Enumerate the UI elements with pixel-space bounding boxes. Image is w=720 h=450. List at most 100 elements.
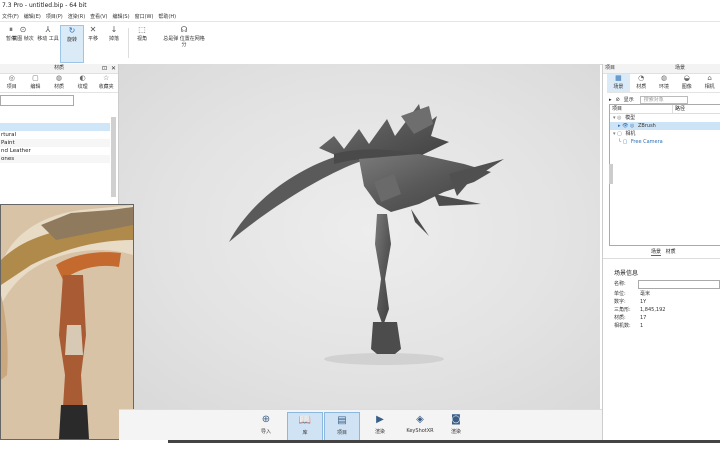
translate-button[interactable]: ✕ 平移 [82,25,104,61]
scrollbar[interactable] [609,164,613,184]
menu-view[interactable]: 查看(V) [90,13,107,20]
tab-camera-label: 相机 [704,84,715,90]
tab-materials-label: 材质 [53,84,64,90]
info-label: 单位: [614,291,626,297]
render-viewport[interactable] [119,64,600,410]
menu-window[interactable]: 窗口(W) [135,13,154,20]
list-item[interactable]: Paint [0,139,110,147]
tree-row-zbrush[interactable]: ▸ 👁 ◎ ZBrush [610,122,720,130]
info-label: 材质: [614,315,626,321]
rotate-icon: ↻ [68,26,76,35]
tab-edit[interactable]: ▢ 编辑 [24,74,48,92]
menu-edit[interactable]: 编辑(E) [24,13,41,20]
menu-help[interactable]: 帮助(H) [158,13,176,20]
tab-favorites-label: 收藏夹 [98,84,114,90]
info-value: 1Y [640,299,647,305]
drop-button[interactable]: ↓ 掉落 [103,25,125,61]
render-queue-icon: ◙ [451,414,461,425]
list-item[interactable]: nd Leather [0,147,110,155]
tree-prefix: ▾ ▢ [613,131,622,137]
material-icon: ◔ [638,74,645,82]
info-value: 17 [640,315,647,321]
scene-search-input[interactable]: 搜索对象 [639,95,688,104]
grid-snap-button[interactable]: ☊ 总是弹 位置在网格分 [162,25,206,61]
tab-scene[interactable]: ▦ 场景 [607,74,630,92]
rotate-button[interactable]: ↻ 旋转 [60,25,84,63]
frame-button[interactable]: ⬚ 视角 [131,25,153,61]
scene-toolbar: ▸ ⊘ 显示 搜索对象 [609,95,719,104]
tab-scene-bottom[interactable]: 场景 [651,249,662,256]
tab-project[interactable]: ◎ 项目 [0,74,24,92]
scene-info-title: 场景信息 [614,270,639,277]
filter-icon[interactable]: ⊘ [616,97,620,103]
menu-project[interactable]: 项目(P) [46,13,63,20]
tree-label: 模型 [625,115,636,121]
render-button[interactable]: ▶ 渲染 [363,412,397,439]
drop-label: 掉落 [108,36,119,42]
panel-header: 材质 ⊡ ✕ [0,64,118,74]
move-tool-icon: ⅄ [45,25,51,34]
project-button[interactable]: ▤ 项目 [324,412,360,441]
bottom-ribbon: ⊕ 导入 📖 库 ▤ 项目 ▶ 渲染 ◈ KeyShotXR ◙ 渲染 [119,409,602,441]
splitter-handle[interactable] [603,164,606,184]
screenshot-button[interactable]: ⊙ 截图 帧次 [12,25,34,61]
panel-title-project: 项目 [605,65,616,71]
frame-icon: ⬚ [138,25,146,34]
import-button[interactable]: ⊕ 导入 [249,412,283,439]
render-queue-button[interactable]: ◙ 渲染 [439,412,473,439]
window-title: 7.3 Pro - untitled.bip - 64 bit [2,2,87,9]
environment-icon: ◍ [660,74,668,82]
toolbar: ⏸ 暂停 ⊙ 截图 帧次 ⅄ 移动 工具 ↻ 旋转 ✕ 平移 ↓ 掉落 ⬚ 视角… [0,22,720,65]
menu-bar: 文件(F) 编辑(E) 项目(P) 渲染(R) 查看(V) 编辑(S) 窗口(W… [0,11,720,22]
project-label: 项目 [336,430,347,436]
rotate-label: 旋转 [66,37,77,43]
list-item[interactable] [0,123,110,131]
scrollbar[interactable] [111,117,116,197]
tab-environment-label: 环境 [658,84,669,90]
translate-label: 平移 [87,36,98,42]
keyshotxr-button[interactable]: ◈ KeyShotXR [400,412,440,439]
show-dropdown[interactable]: 显示 [624,96,634,103]
list-item[interactable]: ones [0,155,110,163]
translate-icon: ✕ [89,25,97,34]
pin-icon[interactable]: ⊡ [102,64,107,73]
tab-material-bottom[interactable]: 材质 [666,249,676,255]
tab-camera[interactable]: ⌂ 相机 [698,74,720,92]
scene-name-field[interactable] [638,280,720,289]
library-button[interactable]: 📖 库 [287,412,323,441]
scene-tree: 项目 路径 ▾ ◎ 模型 ▸ 👁 ◎ ZBrush ▾ ▢ 相机 └ ▢ Fre… [609,104,720,246]
panel-header: 项目 场景 [603,64,720,74]
tab-textures[interactable]: ◐ 纹理 [71,74,95,92]
scene-panel: 项目 场景 ▦ 场景 ◔ 材质 ◍ 环境 ◒ 图像 ⌂ 相机 ▸ ⊘ 显示 搜索对象 项目… [602,64,720,440]
tab-textures-label: 纹理 [77,84,88,90]
list-item[interactable]: rtural [0,131,110,139]
info-label: 数字: [614,299,626,305]
list-item[interactable] [0,115,110,123]
info-label: 名称: [614,281,626,287]
tab-material[interactable]: ◔ 材质 [630,74,653,92]
tab-favorites[interactable]: ☆ 收藏夹 [94,74,118,92]
info-value: 1,845,192 [640,307,666,313]
expand-icon[interactable]: ▸ [609,97,612,103]
tree-row-free-camera[interactable]: └ ▢ Free Camera [610,138,720,146]
scene-info: 名称: 单位: 毫米 数字: 1Y 三角形: 1,845,192 材质: 17 … [603,278,720,338]
menu-render[interactable]: 渲染(R) [68,13,85,20]
menu-settings[interactable]: 编辑(S) [112,13,129,20]
reference-image [0,204,134,440]
material-search-input[interactable] [0,95,74,106]
move-tool-button[interactable]: ⅄ 移动 工具 [37,25,59,61]
tab-image[interactable]: ◒ 图像 [675,74,698,92]
tree-prefix: └ ▢ [618,139,628,145]
move-tool-label: 移动 工具 [37,36,59,42]
menu-file[interactable]: 文件(F) [2,13,19,20]
tab-environment[interactable]: ◍ 环境 [653,74,676,92]
tree-label: ZBrush [638,123,656,129]
info-value: 1 [640,323,644,329]
material-list: rtural Paint nd Leather ones [0,115,110,163]
tab-edit-label: 编辑 [30,84,41,90]
keyshotxr-icon: ◈ [416,414,424,425]
tree-row-models[interactable]: ▾ ◎ 模型 [610,114,720,122]
tab-materials[interactable]: ◍ 材质 [47,74,71,92]
tree-row-cameras[interactable]: ▾ ▢ 相机 [610,130,720,138]
close-icon[interactable]: ✕ [111,64,116,73]
